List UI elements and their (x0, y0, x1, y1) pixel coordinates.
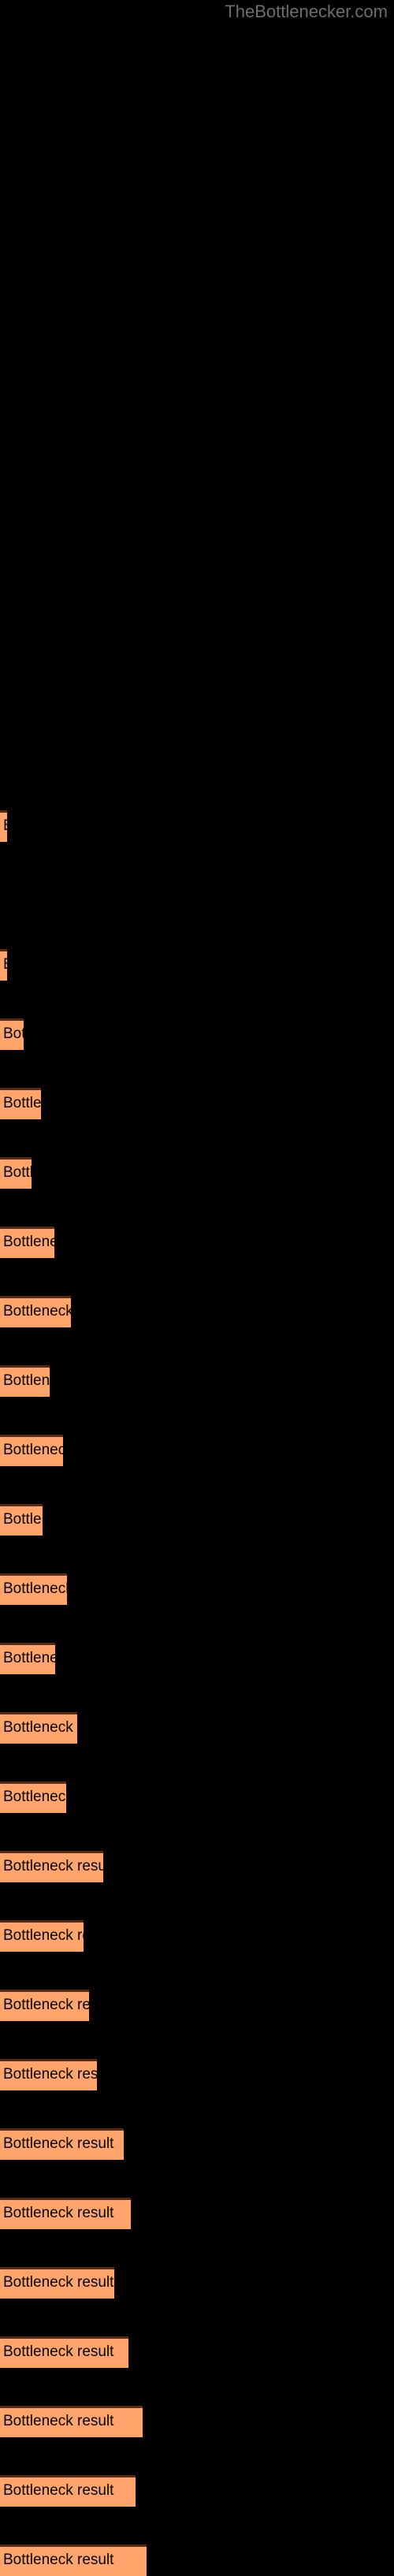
bar-label-clip: Bottleneck result (0, 2267, 114, 2299)
bar-label-clip: Bottleneck result (0, 2336, 128, 2368)
bar-label-clip: Bottleneck result (0, 949, 7, 981)
bar-label-clip: Bottleneck result (0, 1990, 89, 2021)
bar-row: Bottleneck result (0, 810, 7, 842)
bar-label-clip: Bottleneck result (0, 1920, 84, 1952)
bar-row: Bottleneck result (0, 1157, 32, 1189)
bar-label: Bottleneck result (3, 2482, 114, 2499)
bar-label: Bottleneck result (3, 1026, 24, 1042)
bar-row: Bottleneck result (0, 1504, 43, 1536)
bar-label: Bottleneck result (3, 1442, 63, 1458)
bar-row: Bottleneck result (0, 2059, 97, 2090)
bar-row: Bottleneck result (0, 2128, 124, 2160)
bar-label: Bottleneck result (3, 1927, 84, 1944)
bar-label-clip: Bottleneck result (0, 810, 7, 842)
bar-row: Bottleneck result (0, 1018, 24, 1050)
bar-row: Bottleneck result (0, 1643, 55, 1674)
bar-label: Bottleneck result (3, 949, 7, 981)
bar-label: Bottleneck result (3, 810, 7, 842)
bar-row: Bottleneck result (0, 1990, 89, 2021)
bar-label: Bottleneck result (3, 1789, 66, 1805)
bar-label: Bottleneck result (3, 2135, 114, 2152)
bar-label-clip: Bottleneck result (0, 1157, 32, 1189)
bar-label-clip: Bottleneck result (0, 1227, 54, 1258)
bar-label: Bottleneck result (3, 1372, 50, 1389)
bar-label: Bottleneck result (3, 2413, 114, 2429)
bar-row: Bottleneck result (0, 2406, 143, 2437)
bar-label-clip: Bottleneck result (0, 1435, 63, 1466)
bar-label: Bottleneck result (3, 1164, 32, 1181)
bar-label-clip: Bottleneck result (0, 1781, 66, 1813)
bar-row: Bottleneck result (0, 1920, 84, 1952)
bar-label: Bottleneck result (3, 1650, 55, 1666)
bar-row: Bottleneck result (0, 1435, 63, 1466)
bar-label-clip: Bottleneck result (0, 2475, 136, 2507)
bar-row: Bottleneck result (0, 1712, 77, 1744)
bar-label: Bottleneck result (3, 1234, 54, 1250)
bar-row: Bottleneck result (0, 2475, 136, 2507)
bar-label: Bottleneck result (3, 2552, 114, 2568)
bar-label: Bottleneck result (3, 1511, 43, 1528)
bar-label-clip: Bottleneck result (0, 1296, 71, 1327)
bar-label: Bottleneck result (3, 2066, 97, 2083)
bar-label-clip: Bottleneck result (0, 1573, 67, 1605)
bar-label: Bottleneck result (3, 2274, 114, 2291)
bar-row: Bottleneck result (0, 1088, 41, 1119)
bar-row: Bottleneck result (0, 1851, 103, 1882)
bar-label-clip: Bottleneck result (0, 2198, 131, 2229)
bar-row: Bottleneck result (0, 1296, 71, 1327)
bar-chart-plot-area: Bottleneck result Bottleneck result Bottle… (0, 0, 394, 2576)
bar-label: Bottleneck result (3, 1095, 41, 1111)
bar-label: Bottleneck result (3, 1303, 71, 1320)
chart-page: TheBottlenecker.com Bottleneck resultBot… (0, 0, 394, 2576)
bar-label-clip: Bottleneck result (0, 1365, 50, 1397)
bar-label-clip: Bottleneck result (0, 2128, 124, 2160)
bar-label-clip: Bottleneck result (0, 1712, 77, 1744)
bar-label-clip: Bottleneck result (0, 2406, 143, 2437)
bar-label-clip: Bottleneck result (0, 2059, 97, 2090)
bar-row: Bottleneck result (0, 1573, 67, 1605)
bar-row: Bottleneck result (0, 1227, 54, 1258)
bar-label-clip: Bottleneck result (0, 1018, 24, 1050)
bar-row: Bottleneck result (0, 2198, 131, 2229)
bar-label-clip: Bottleneck result (0, 1504, 43, 1536)
bar-row: Bottleneck result (0, 949, 7, 981)
bar-label: Bottleneck result (3, 1997, 89, 2013)
bar-row: Bottleneck result (0, 1781, 66, 1813)
bar-label-clip: Bottleneck result (0, 1643, 55, 1674)
bar-label-clip: Bottleneck result (0, 1088, 41, 1119)
bar-label-clip: Bottleneck result (0, 1851, 103, 1882)
bar-row: Bottleneck result (0, 2544, 147, 2576)
bar-row: Bottleneck result (0, 1365, 50, 1397)
bar-label: Bottleneck result (3, 2343, 114, 2360)
bar-row: Bottleneck result (0, 2336, 128, 2368)
bar-label: Bottleneck result (3, 1580, 67, 1597)
bar-row: Bottleneck result (0, 2267, 114, 2299)
bar-label: Bottleneck result (3, 2205, 114, 2221)
bar-label: Bottleneck result (3, 1858, 103, 1874)
bar-label-clip: Bottleneck result (0, 2544, 147, 2576)
bar-label: Bottleneck result (3, 1719, 77, 1736)
